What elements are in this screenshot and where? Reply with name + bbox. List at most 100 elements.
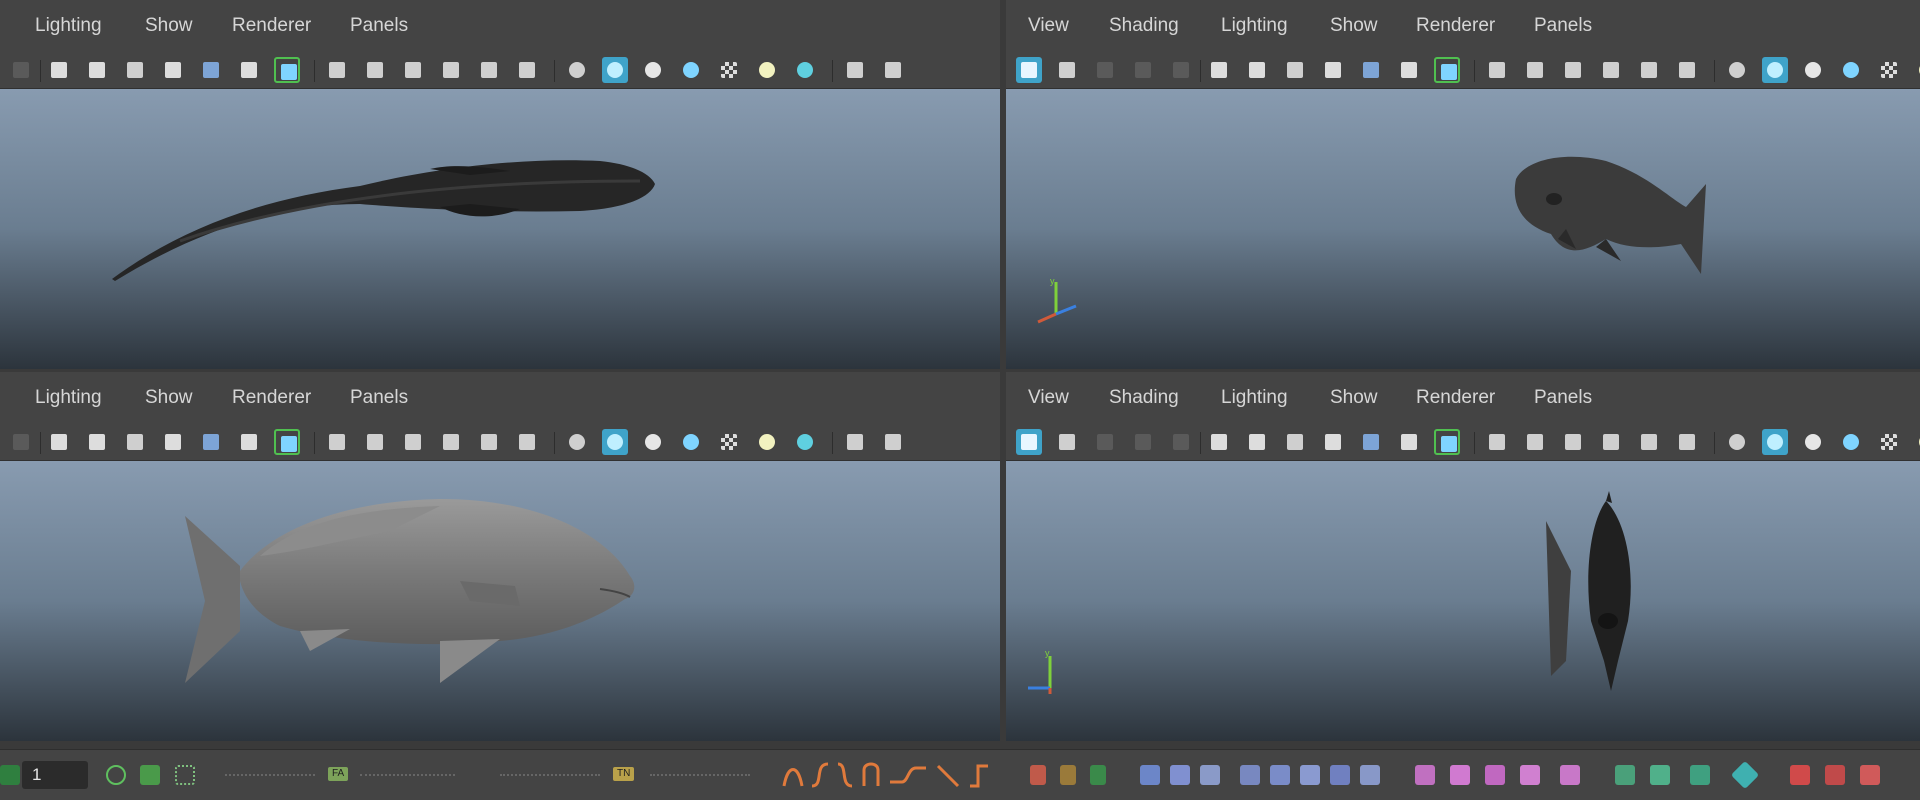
curve-bezier-icon[interactable] (890, 766, 926, 784)
menu-show[interactable]: Show (145, 15, 193, 37)
rig-icon[interactable] (1300, 765, 1320, 785)
menu-lighting[interactable]: Lighting (35, 387, 102, 409)
rig-icon[interactable] (1270, 765, 1290, 785)
select-icon[interactable] (175, 765, 195, 785)
pivot-icon[interactable] (236, 57, 262, 83)
dim-icon[interactable] (1092, 57, 1118, 83)
textured-cube-icon[interactable] (678, 57, 704, 83)
smooth-icon[interactable] (1800, 57, 1826, 83)
wireframe-cube-icon[interactable] (564, 57, 590, 83)
curve-ep-icon[interactable] (782, 768, 804, 787)
field-chart-icon[interactable] (438, 429, 464, 455)
power-icon[interactable] (106, 765, 126, 785)
checker-icon[interactable] (1876, 57, 1902, 83)
render-icon[interactable] (1520, 765, 1540, 785)
ambient-occlusion-icon[interactable] (842, 429, 868, 455)
image-plane-icon[interactable] (1358, 429, 1384, 455)
paint-icon[interactable] (1615, 765, 1635, 785)
smooth-icon[interactable] (640, 57, 666, 83)
text-icon[interactable] (514, 429, 540, 455)
pivot-icon[interactable] (1396, 429, 1422, 455)
shaded-cube-icon[interactable] (602, 429, 628, 455)
camera-icon[interactable] (1206, 429, 1232, 455)
dim-icon[interactable] (1130, 429, 1156, 455)
menu-lighting[interactable]: Lighting (1221, 15, 1288, 37)
motion-blur-icon[interactable] (880, 57, 906, 83)
a-label-icon[interactable] (1016, 57, 1042, 83)
textured-cube-icon[interactable] (1838, 429, 1864, 455)
range-icon[interactable] (0, 765, 20, 785)
safe-area-icon[interactable] (400, 57, 426, 83)
smooth-icon[interactable] (1800, 429, 1826, 455)
grid-icon[interactable] (324, 57, 350, 83)
paint-icon[interactable] (1650, 765, 1670, 785)
menu-renderer[interactable]: Renderer (1416, 387, 1495, 409)
text-icon[interactable] (514, 57, 540, 83)
ambient-occlusion-icon[interactable] (842, 57, 868, 83)
shadow-icon[interactable] (792, 57, 818, 83)
menu-panels[interactable]: Panels (350, 387, 408, 409)
menu-show[interactable]: Show (1330, 387, 1378, 409)
grid-icon[interactable] (324, 429, 350, 455)
image-icon[interactable] (1636, 57, 1662, 83)
image-icon[interactable] (476, 57, 502, 83)
textured-cube-icon[interactable] (678, 429, 704, 455)
bookmark-icon[interactable] (160, 57, 186, 83)
diamond-icon[interactable] (1730, 760, 1760, 790)
camera-icon[interactable] (1206, 57, 1232, 83)
safe-area-icon[interactable] (1560, 429, 1586, 455)
key-icon[interactable] (140, 765, 160, 785)
light-bulb-icon[interactable] (754, 57, 780, 83)
deform-icon[interactable] (1030, 765, 1046, 785)
dim-icon[interactable] (1168, 57, 1194, 83)
light-bulb-icon[interactable] (1914, 429, 1920, 455)
bookmark-icon[interactable] (1320, 57, 1346, 83)
curve-line-icon[interactable] (936, 764, 960, 788)
dim-icon[interactable] (1092, 429, 1118, 455)
render-icon[interactable] (1415, 765, 1435, 785)
motion-blur-icon[interactable] (880, 429, 906, 455)
curve-step-icon[interactable] (970, 764, 988, 788)
pencil-icon[interactable] (1434, 57, 1460, 83)
menu-renderer[interactable]: Renderer (232, 387, 311, 409)
keyframe-chip[interactable]: FA (328, 767, 349, 781)
rig-icon[interactable] (1360, 765, 1380, 785)
menu-view[interactable]: View (1028, 15, 1069, 37)
shaded-cube-icon[interactable] (1762, 429, 1788, 455)
current-frame-field[interactable]: 1 (22, 761, 88, 789)
menu-panels[interactable]: Panels (350, 15, 408, 37)
frame-icon[interactable] (1054, 429, 1080, 455)
rig-icon[interactable] (1140, 765, 1160, 785)
shaded-cube-icon[interactable] (1762, 57, 1788, 83)
menu-show[interactable]: Show (1330, 15, 1378, 37)
resolution-gate-icon[interactable] (362, 57, 388, 83)
menu-panels[interactable]: Panels (1534, 387, 1592, 409)
image-icon[interactable] (476, 429, 502, 455)
shaded-cube-icon[interactable] (602, 57, 628, 83)
textured-cube-icon[interactable] (1838, 57, 1864, 83)
rig-icon[interactable] (1240, 765, 1260, 785)
menu-view[interactable]: View (1028, 387, 1069, 409)
dim-icon[interactable] (1168, 429, 1194, 455)
wireframe-cube-icon[interactable] (1724, 57, 1750, 83)
safe-area-icon[interactable] (400, 429, 426, 455)
viewport-front[interactable]: y (1006, 461, 1920, 741)
curve-cv-icon[interactable] (811, 762, 829, 788)
checker-icon[interactable] (1876, 429, 1902, 455)
menu-renderer[interactable]: Renderer (1416, 15, 1495, 37)
image-plane-icon[interactable] (1358, 57, 1384, 83)
image-plane-icon[interactable] (198, 57, 224, 83)
resolution-gate-icon[interactable] (1522, 57, 1548, 83)
a-label-icon[interactable] (1016, 429, 1042, 455)
film-gate-icon[interactable] (1282, 57, 1308, 83)
curve-arc-icon[interactable] (862, 762, 880, 786)
pivot-icon[interactable] (236, 429, 262, 455)
image-icon[interactable] (1636, 429, 1662, 455)
deform-icon[interactable] (1090, 765, 1106, 785)
paint-icon[interactable] (1690, 765, 1710, 785)
menu-show[interactable]: Show (145, 387, 193, 409)
field-chart-icon[interactable] (438, 57, 464, 83)
menu-renderer[interactable]: Renderer (232, 15, 311, 37)
pencil-icon[interactable] (274, 429, 300, 455)
grid-icon[interactable] (1484, 429, 1510, 455)
